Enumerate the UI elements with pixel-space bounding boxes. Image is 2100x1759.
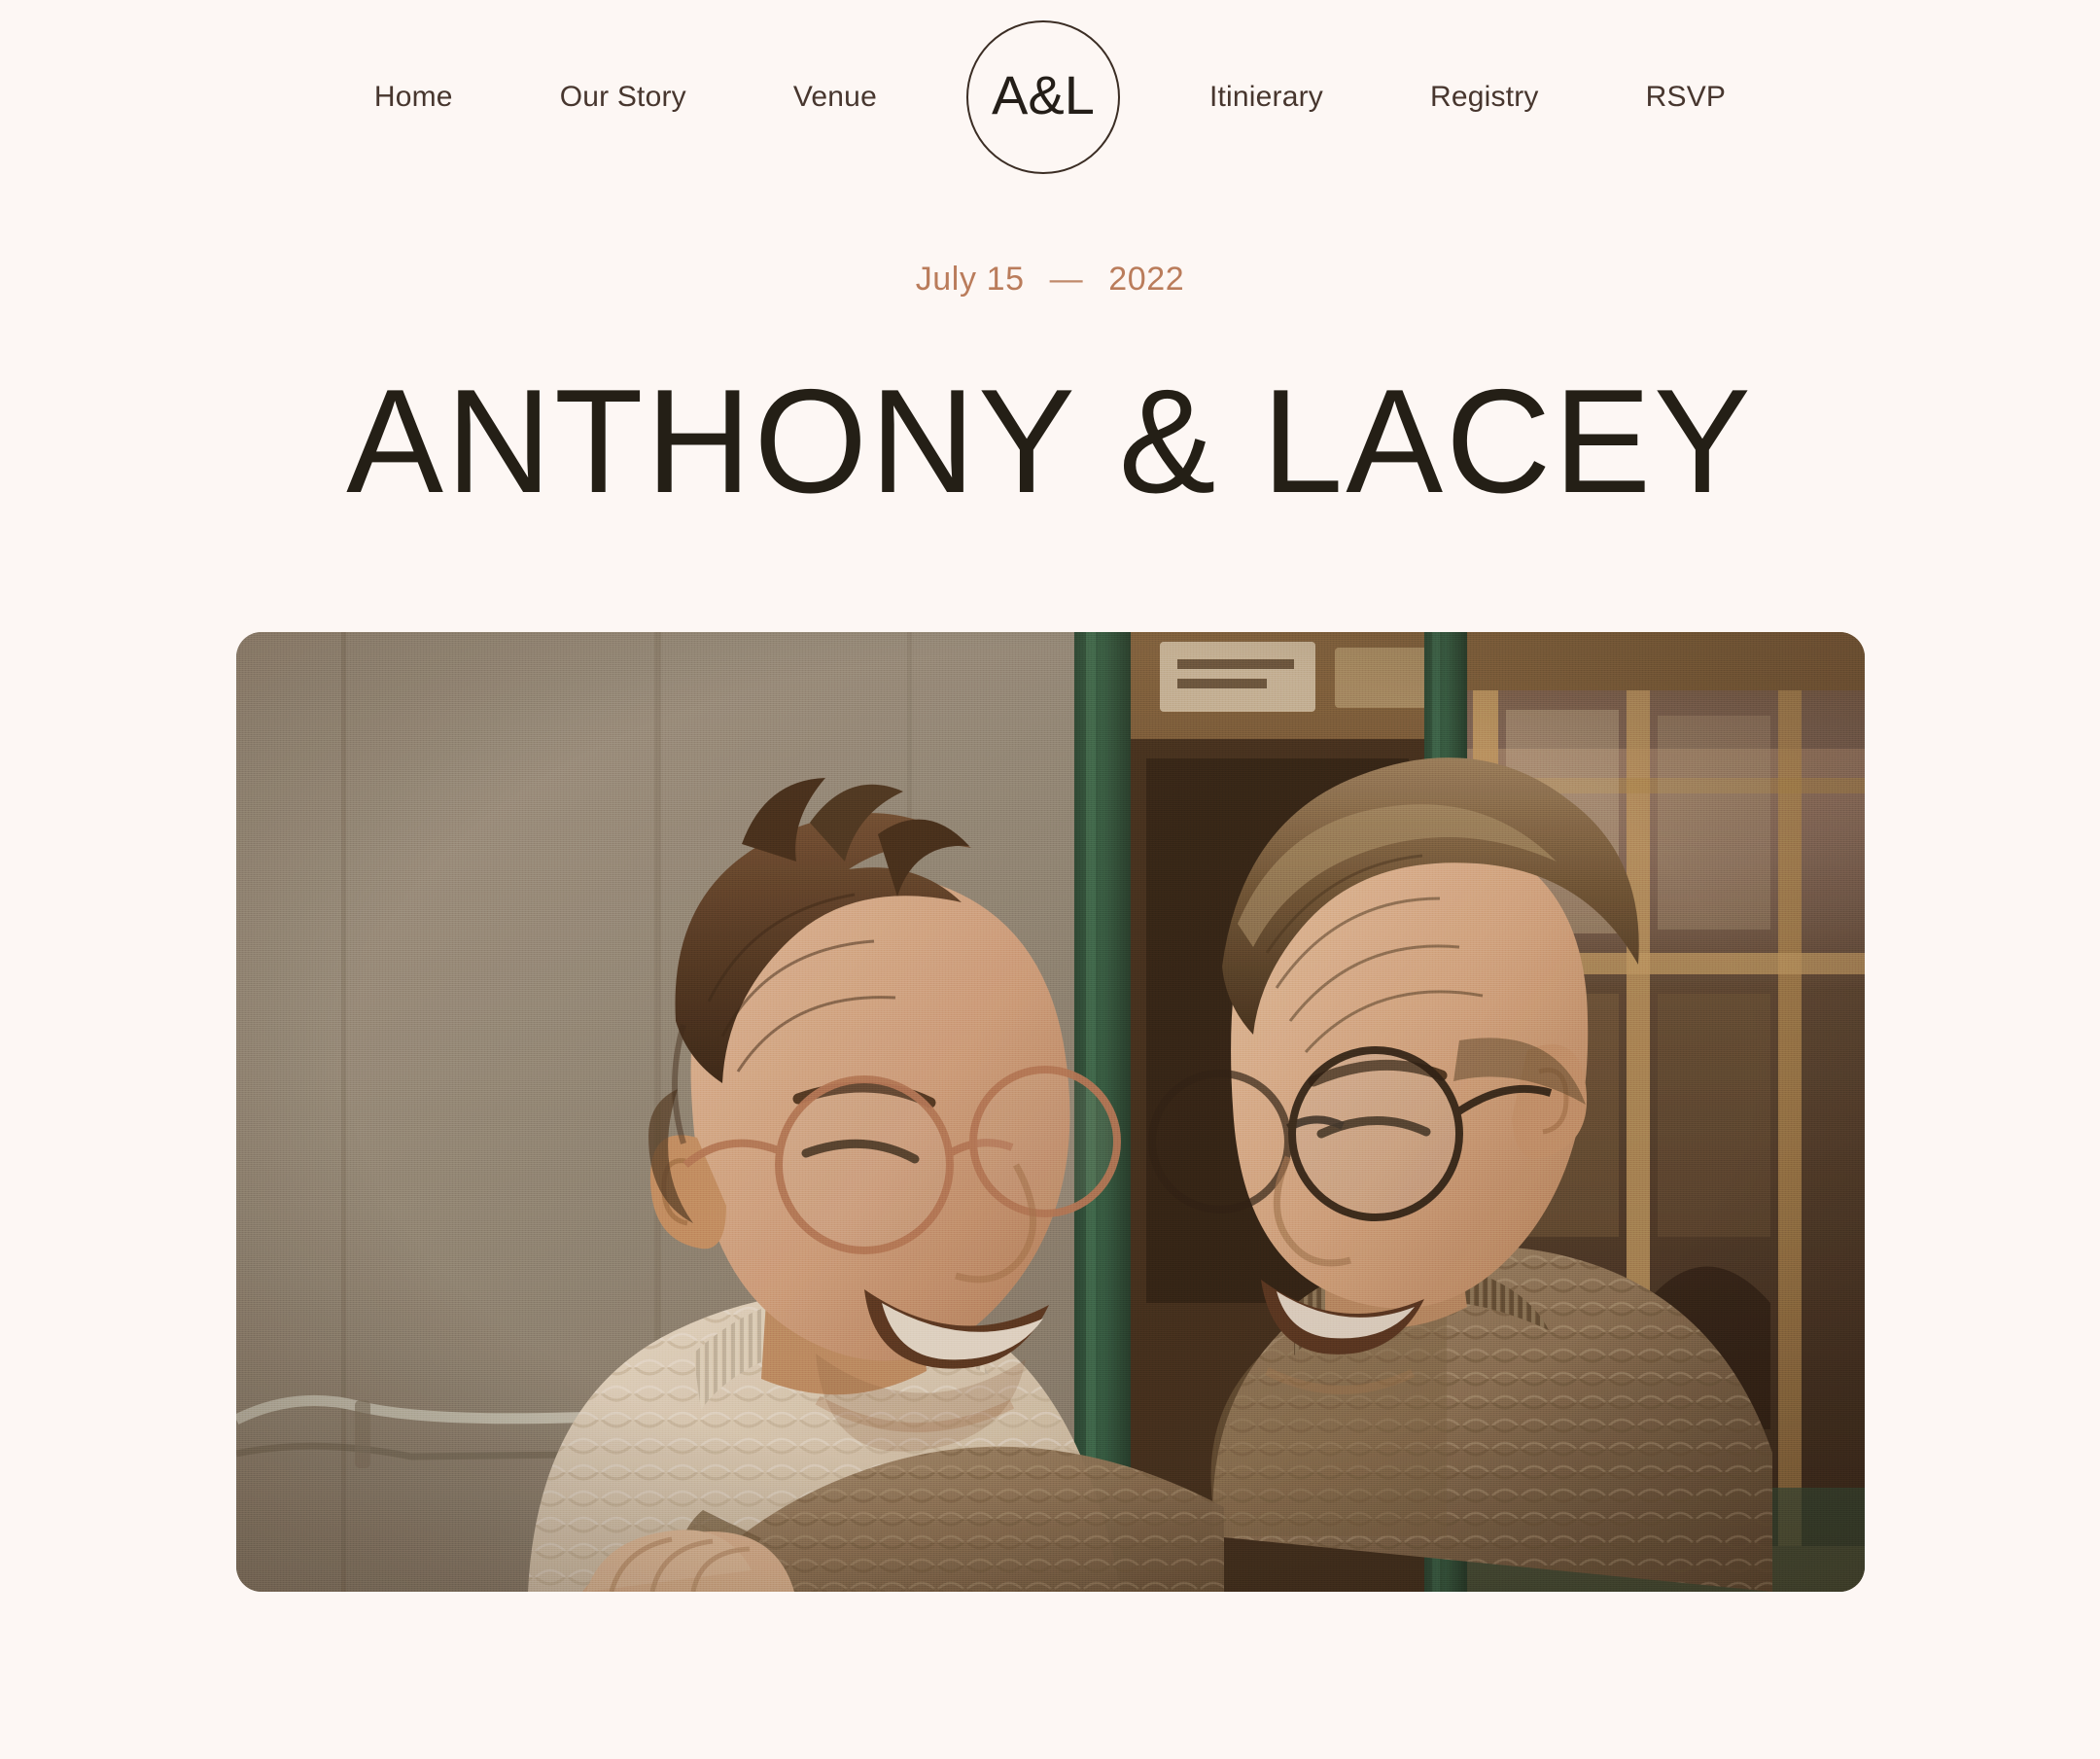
nav-item-home[interactable]: Home <box>374 83 453 112</box>
logo-text: A&L <box>992 64 1095 125</box>
monogram-logo-icon[interactable]: A&L <box>965 20 1120 174</box>
nav-item-our-story[interactable]: Our Story <box>560 83 686 112</box>
main-navigation: Home Our Story Venue A&L Itinierary Regi… <box>0 0 2100 194</box>
hero-photo <box>236 632 1865 1592</box>
nav-item-venue[interactable]: Venue <box>793 83 877 112</box>
wedding-date-year: 2022 <box>1108 261 1185 298</box>
nav-item-rsvp[interactable]: RSVP <box>1646 83 1727 112</box>
nav-right-group: Itinierary Registry RSVP <box>1209 83 1726 112</box>
nav-item-registry[interactable]: Registry <box>1430 83 1539 112</box>
wedding-date-day: July 15 <box>915 261 1025 298</box>
hero-photo-illustration <box>236 632 1865 1592</box>
nav-left-group: Home Our Story Venue <box>374 83 877 112</box>
hero-section: July 15—2022 ANTHONY & LACEY <box>0 194 2100 515</box>
page-title: ANTHONY & LACEY <box>346 359 1754 524</box>
wedding-date: July 15 — 2022 <box>0 263 2100 296</box>
nav-item-itinierary[interactable]: Itinierary <box>1209 83 1323 112</box>
wedding-landing-page: Home Our Story Venue A&L Itinierary Regi… <box>0 0 2100 1759</box>
wedding-date-separator: — <box>1049 261 1084 298</box>
